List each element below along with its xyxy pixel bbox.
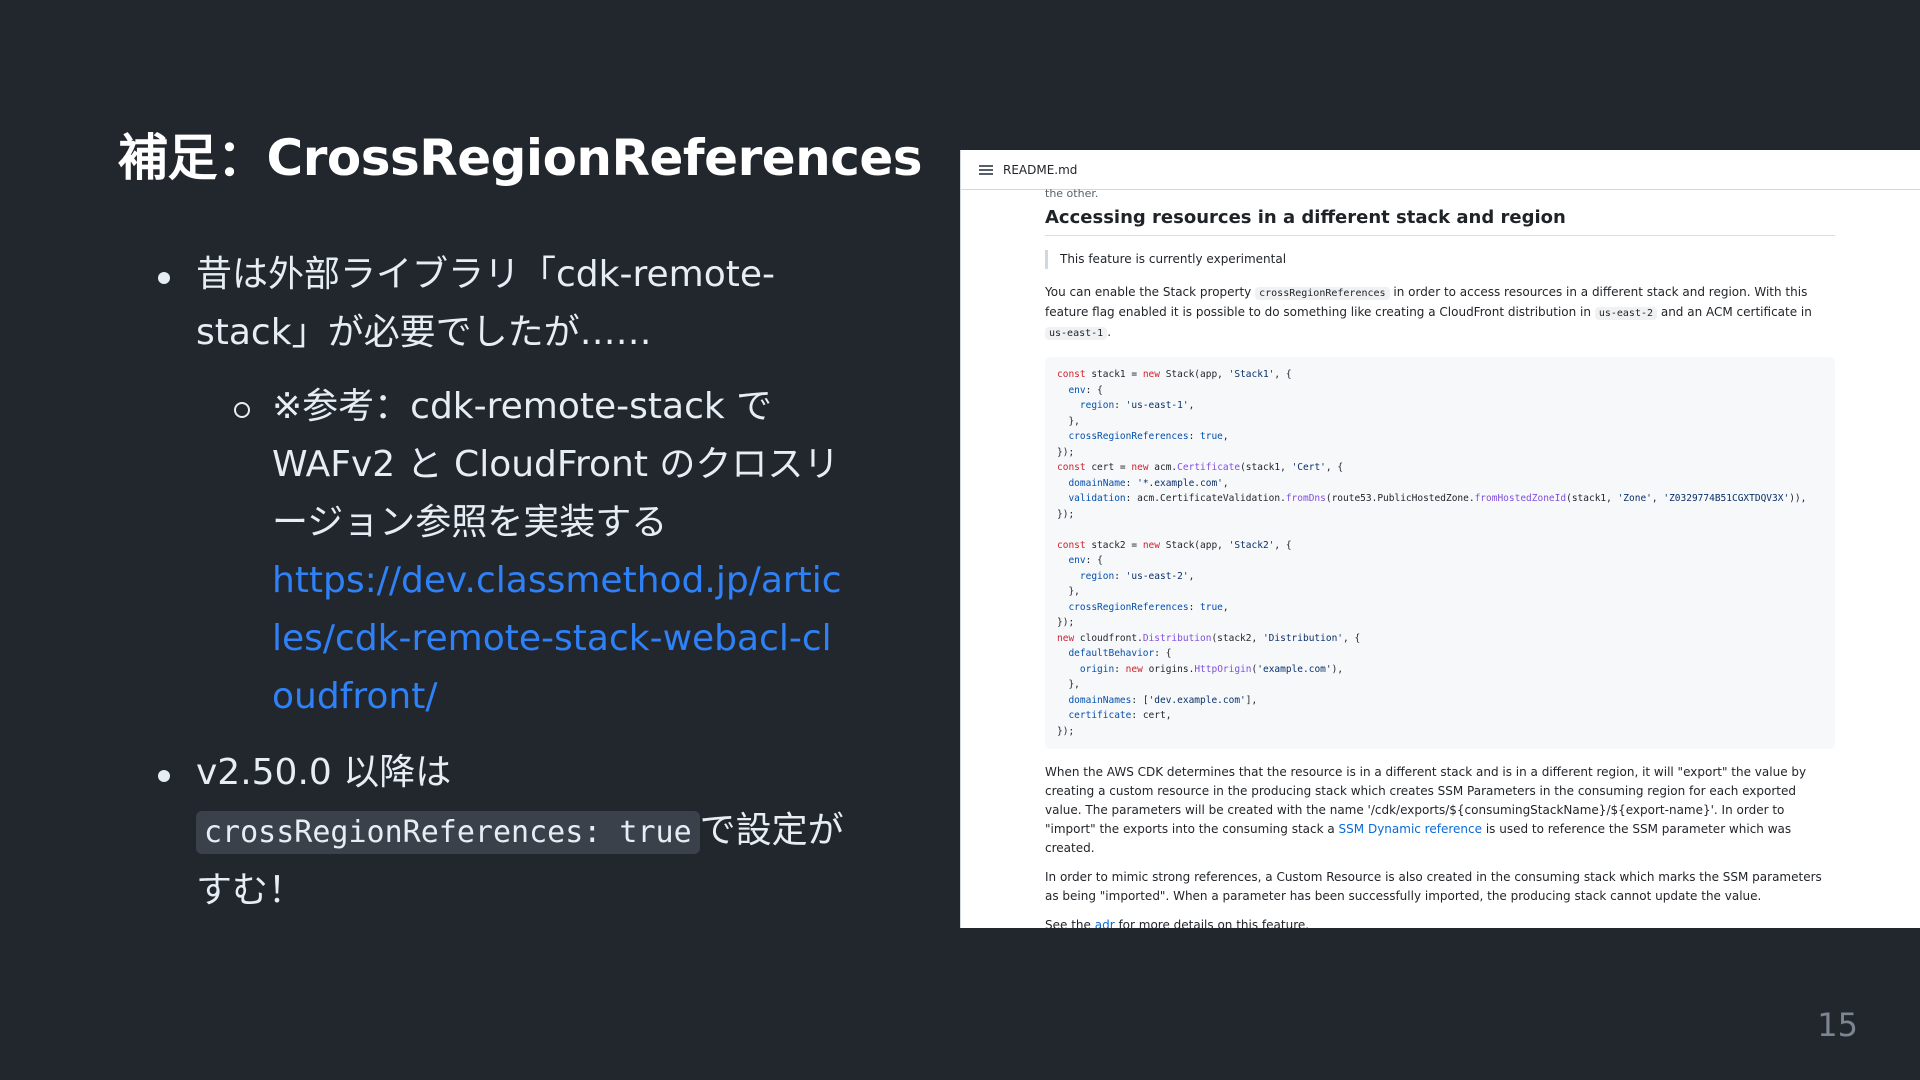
readme-paragraph-3: In order to mimic strong references, a C… (1045, 870, 1822, 903)
p1-text-a: You can enable the Stack property (1045, 285, 1252, 299)
readme-heading: Accessing resources in a different stack… (1045, 208, 1835, 236)
sub-bullet-text: ※参考：cdk-remote-stack で WAFv2 と CloudFron… (272, 386, 840, 543)
list-icon[interactable] (979, 164, 993, 175)
readme-paragraph-2: When the AWS CDK determines that the res… (1045, 763, 1835, 858)
p1-text-d: . (1107, 325, 1112, 339)
p4-text-a: See the (1045, 918, 1091, 928)
readme-screenshot: README.md the other. Accessing resources… (960, 150, 1920, 928)
readme-paragraph-1: You can enable the Stack property crossR… (1045, 283, 1835, 343)
p1-text-c: and an ACM certificate in (1660, 305, 1812, 319)
inline-code: crossRegionReferences: true (196, 811, 700, 854)
bullet-item-new-version: v2.50.0 以降はcrossRegionReferences: true で設… (158, 744, 848, 920)
adr-link[interactable]: adr (1095, 918, 1115, 928)
p4-text-b: for more details on this feature. (1118, 918, 1310, 928)
code-block: const stack1 = new Stack(app, 'Stack1', … (1045, 357, 1835, 749)
readme-paragraph-4: See the adr for more details on this fea… (1045, 916, 1835, 928)
readme-quote: This feature is currently experimental (1045, 250, 1835, 269)
p1-code: crossRegionReferences (1255, 287, 1390, 300)
reference-link[interactable]: https://dev.classmethod.jp/articles/cdk-… (272, 552, 848, 726)
page-number: 15 (1817, 1006, 1858, 1044)
p1-code-2: us-east-2 (1594, 307, 1658, 320)
sub-bullet-reference: ※参考：cdk-remote-stack で WAFv2 と CloudFron… (234, 378, 848, 726)
bullet-item-history: 昔は外部ライブラリ「cdk-remote-stack」が必要でしたが…… ※参考… (158, 246, 848, 726)
readme-filename: README.md (1003, 162, 1078, 177)
p1-code-3: us-east-1 (1045, 327, 1108, 340)
ssm-dynamic-reference-link[interactable]: SSM Dynamic reference (1339, 822, 1482, 836)
truncated-text: the other. (1045, 187, 1099, 200)
slide-title: 補足：CrossRegionReferences (118, 129, 923, 187)
readme-body: the other. Accessing resources in a diff… (1045, 184, 1835, 928)
bullet-list: 昔は外部ライブラリ「cdk-remote-stack」が必要でしたが…… ※参考… (158, 246, 848, 920)
bullet-text-prefix: v2.50.0 以降は (196, 752, 452, 793)
bullet-text: 昔は外部ライブラリ「cdk-remote-stack」が必要でしたが…… (196, 254, 775, 353)
